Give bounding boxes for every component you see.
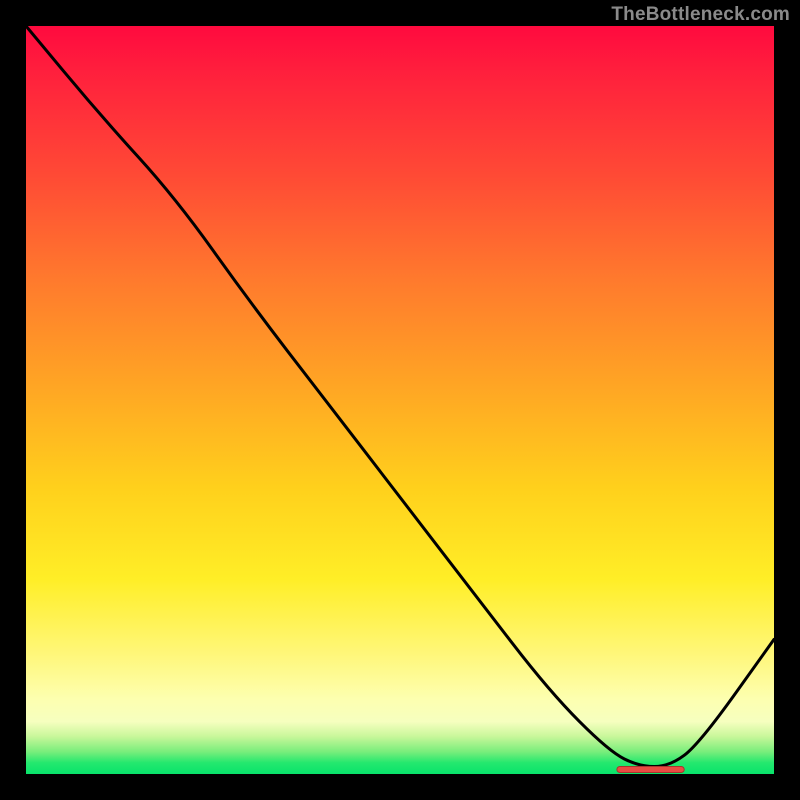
chart-plot-area (26, 26, 774, 774)
optimum-marker (617, 767, 684, 773)
bottleneck-curve (26, 26, 774, 767)
watermark-text: TheBottleneck.com (611, 4, 790, 26)
bottleneck-line-chart (26, 26, 774, 774)
chart-frame: TheBottleneck.com (0, 0, 800, 800)
